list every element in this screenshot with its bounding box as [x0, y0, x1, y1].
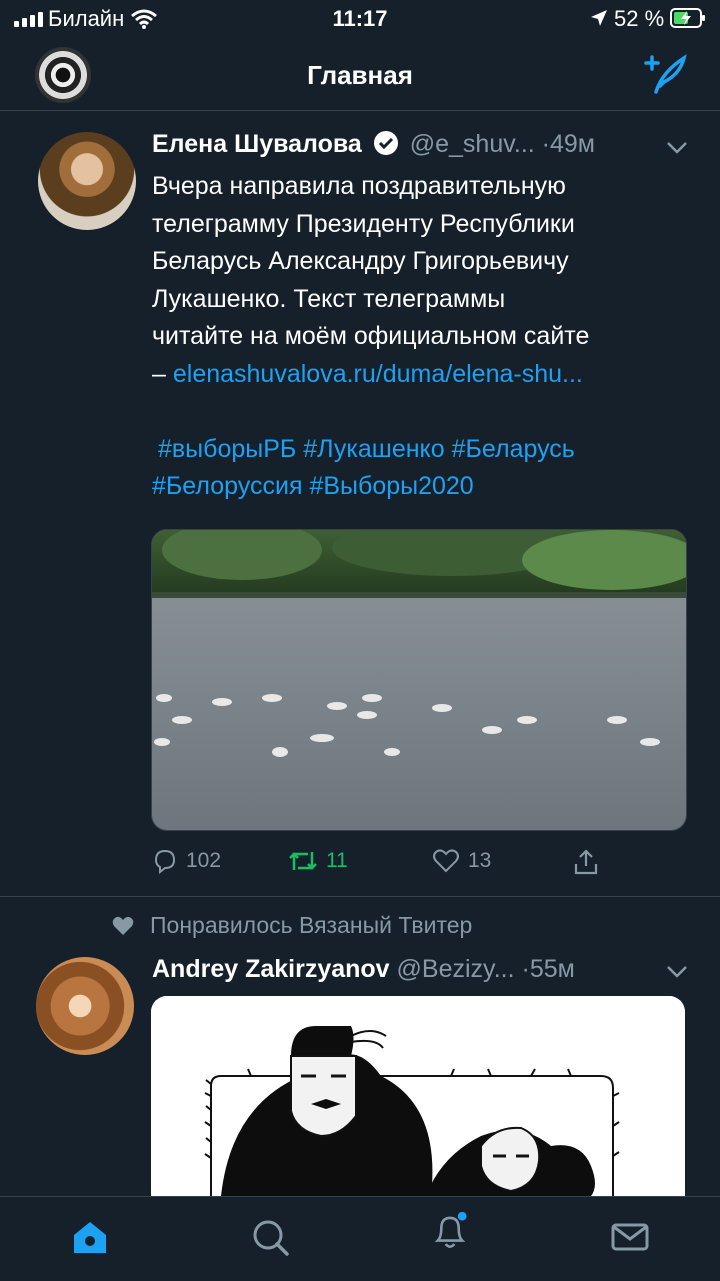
location-icon — [591, 10, 607, 26]
cartoon-illustration — [151, 996, 685, 1196]
tweet-time[interactable]: 55м — [530, 955, 575, 983]
tweet-text-line: Вчера направила поздравительную — [152, 172, 566, 200]
separator-dot: · — [521, 955, 530, 983]
retweet-icon — [289, 852, 317, 870]
status-bar: Билайн 11:17 52 % — [0, 0, 720, 40]
hashtags-line[interactable]: #Белоруссия #Выборы2020 — [152, 468, 692, 506]
top-navigation-bar: Главная — [0, 40, 720, 111]
like-action[interactable]: 13 — [432, 848, 491, 874]
tweet-image-cartoon[interactable] — [151, 996, 685, 1196]
search-icon[interactable] — [250, 1217, 290, 1257]
tweet-text: Вчера направила поздравительную телеграм… — [152, 168, 692, 506]
battery-percent: 52 % — [614, 6, 665, 31]
retweet-count: 11 — [326, 849, 348, 872]
liked-by-text[interactable]: Понравилось Вязаный Твитер — [150, 912, 472, 939]
tweet-text-line: Лукашенко. Текст телеграммы — [152, 284, 506, 313]
author-handle[interactable]: @Bezizy... — [397, 955, 515, 983]
share-icon — [574, 849, 598, 875]
author-name[interactable]: Елена Шувалова — [152, 130, 362, 158]
chevron-down-icon[interactable] — [666, 964, 688, 980]
page-title: Главная — [307, 60, 413, 90]
share-action[interactable] — [572, 848, 600, 876]
author-handle[interactable]: @e_shuv... — [410, 130, 535, 158]
hashtags-line[interactable]: #выборыРБ #Лукашенко #Беларусь — [152, 431, 692, 469]
social-context: Понравилось Вязаный Твитер — [112, 912, 472, 939]
reply-icon — [154, 849, 176, 874]
tweet-image-swans[interactable] — [151, 529, 687, 831]
tweet-divider — [0, 896, 720, 897]
website-link[interactable]: elenashuvalova.ru/duma/elena-shu... — [173, 360, 583, 388]
verified-icon — [373, 131, 398, 155]
chevron-down-icon[interactable] — [666, 140, 688, 156]
battery-icon — [670, 8, 705, 28]
tweet-actions: 102 11 13 — [152, 848, 612, 882]
tweet-text-line: читайте на моём официальном сайте — [152, 322, 590, 350]
home-icon[interactable] — [70, 1217, 110, 1257]
separator-dot: · — [541, 130, 550, 158]
tweet-header: Елена Шувалова @e_shuv... ·49м — [152, 130, 692, 166]
reply-action[interactable]: 102 — [152, 848, 221, 874]
author-avatar[interactable] — [36, 957, 134, 1055]
heart-icon — [112, 916, 134, 935]
like-icon — [433, 849, 459, 873]
lake-photo — [152, 530, 686, 830]
bottom-tab-bar — [0, 1196, 720, 1281]
retweet-action[interactable]: 11 — [288, 848, 348, 874]
clock: 11:17 — [332, 6, 388, 31]
dash: – — [152, 359, 166, 388]
compose-tweet-icon[interactable] — [640, 54, 688, 96]
tweet-header: Andrey Zakirzyanov @Bezizy... ·55м — [152, 955, 692, 991]
author-avatar[interactable] — [38, 132, 136, 230]
notifications-icon[interactable] — [430, 1211, 470, 1251]
tweet-text-line: Беларусь Александру Григорьевичу — [152, 247, 569, 275]
tweet-text-line: телеграмму Президенту Республики — [152, 209, 575, 238]
messages-icon[interactable] — [610, 1217, 650, 1257]
author-name[interactable]: Andrey Zakirzyanov — [152, 955, 390, 983]
reply-count: 102 — [186, 849, 222, 872]
tweet-time[interactable]: 49м — [550, 130, 595, 158]
like-count: 13 — [468, 849, 492, 872]
